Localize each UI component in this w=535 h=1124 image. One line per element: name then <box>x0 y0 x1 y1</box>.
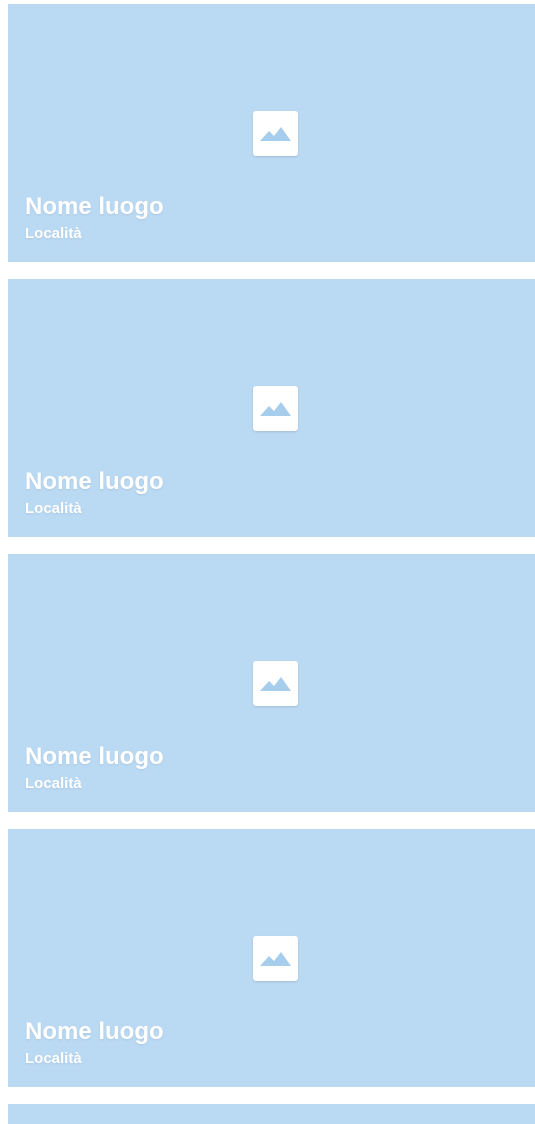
place-card-list: Nome luogo Località Nome luogo Località … <box>8 4 535 1124</box>
place-location: Località <box>25 225 82 242</box>
image-placeholder-icon <box>253 386 298 431</box>
place-name: Nome luogo <box>25 468 164 495</box>
place-card[interactable]: Nome luogo Località <box>8 4 535 262</box>
image-placeholder-icon <box>253 111 298 156</box>
place-location: Località <box>25 500 82 517</box>
place-card-partial[interactable] <box>8 1104 535 1124</box>
place-card[interactable]: Nome luogo Località <box>8 554 535 812</box>
place-card[interactable]: Nome luogo Località <box>8 829 535 1087</box>
place-name: Nome luogo <box>25 743 164 770</box>
place-name: Nome luogo <box>25 193 164 220</box>
place-card[interactable]: Nome luogo Località <box>8 279 535 537</box>
place-location: Località <box>25 775 82 792</box>
place-name: Nome luogo <box>25 1018 164 1045</box>
image-placeholder-icon <box>253 936 298 981</box>
image-placeholder-icon <box>253 661 298 706</box>
place-location: Località <box>25 1050 82 1067</box>
